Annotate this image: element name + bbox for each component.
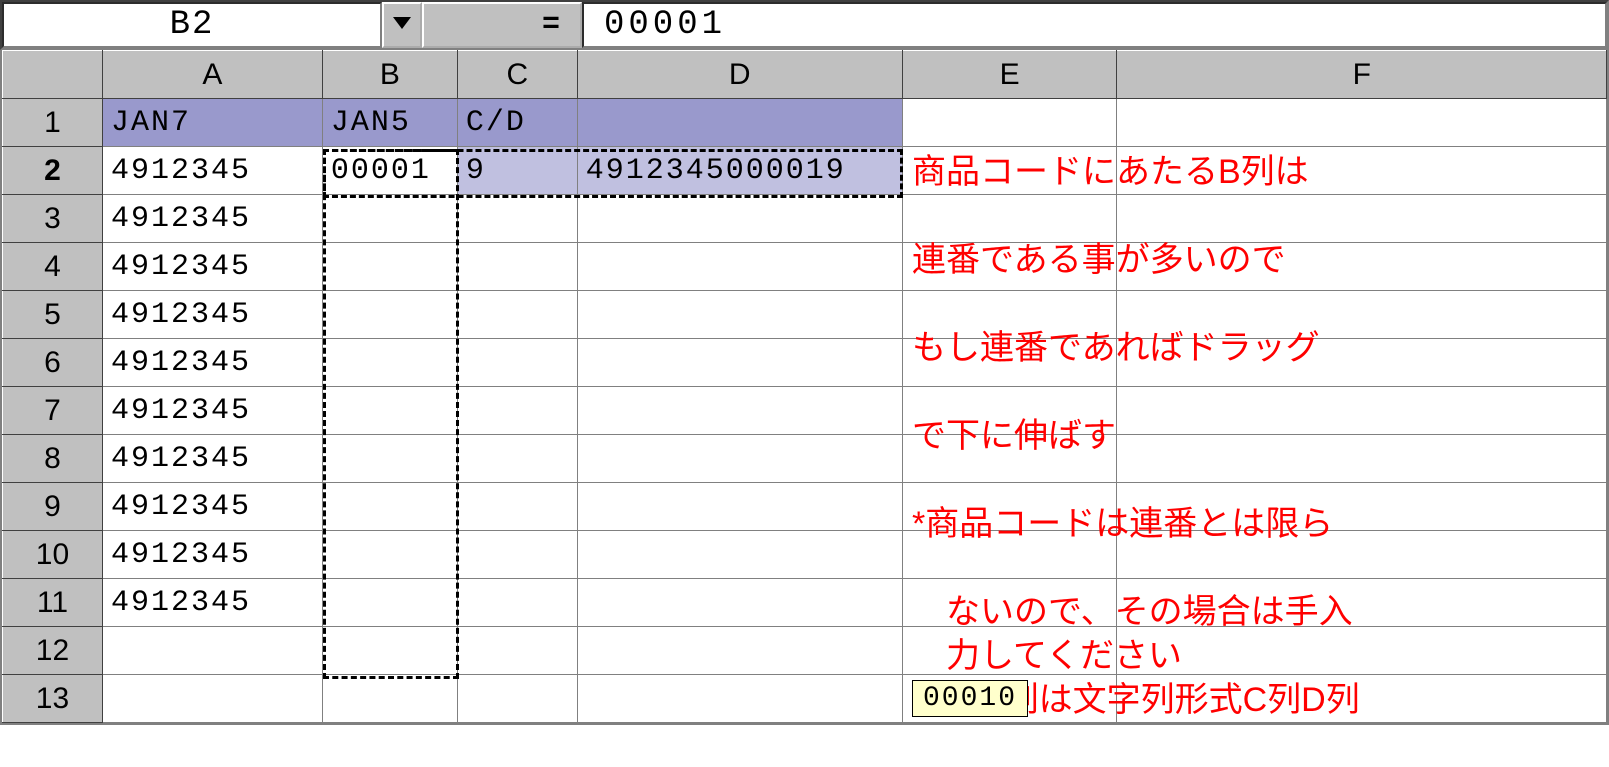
formula-bar: B2 = 00001 — [0, 0, 1609, 50]
formula-input[interactable]: 00001 — [582, 2, 1607, 48]
cell-C9[interactable] — [457, 483, 577, 531]
cell-D8[interactable] — [577, 435, 902, 483]
cell-D3[interactable] — [577, 195, 902, 243]
chevron-down-icon — [393, 16, 411, 34]
cell-A6[interactable]: 4912345 — [102, 339, 322, 387]
cell-A8[interactable]: 4912345 — [102, 435, 322, 483]
cell-C8[interactable] — [457, 435, 577, 483]
cell-D4[interactable] — [577, 243, 902, 291]
row-header-11[interactable]: 11 — [3, 579, 103, 627]
name-box[interactable]: B2 — [2, 2, 382, 48]
cell-C4[interactable] — [457, 243, 577, 291]
cell-B3[interactable] — [322, 195, 457, 243]
name-box-dropdown[interactable] — [382, 2, 422, 48]
cell-D9[interactable] — [577, 483, 902, 531]
select-all-corner[interactable] — [3, 51, 103, 99]
row-header-13[interactable]: 13 — [3, 675, 103, 723]
row-header-9[interactable]: 9 — [3, 483, 103, 531]
cell-B8[interactable] — [322, 435, 457, 483]
annot-line-4: で下に伸ばす — [912, 417, 1116, 455]
cell-C11[interactable] — [457, 579, 577, 627]
equals-label: = — [542, 8, 560, 42]
cell-C12[interactable] — [457, 627, 577, 675]
cell-B12[interactable] — [322, 627, 457, 675]
cell-A5[interactable]: 4912345 — [102, 291, 322, 339]
row-header-3[interactable]: 3 — [3, 195, 103, 243]
col-header-E[interactable]: E — [902, 51, 1117, 99]
cell-A3[interactable]: 4912345 — [102, 195, 322, 243]
row-header-2[interactable]: 2 — [3, 147, 103, 195]
cell-A1[interactable]: JAN7 — [102, 99, 322, 147]
formula-equals-button[interactable]: = — [422, 2, 582, 48]
cell-A11[interactable]: 4912345 — [102, 579, 322, 627]
cell-D13[interactable] — [577, 675, 902, 723]
col-header-A[interactable]: A — [102, 51, 322, 99]
cell-D2[interactable]: 4912345000019 — [577, 147, 902, 195]
row-header-7[interactable]: 7 — [3, 387, 103, 435]
row-header-6[interactable]: 6 — [3, 339, 103, 387]
cell-D6[interactable] — [577, 339, 902, 387]
fill-tooltip: 00010 — [912, 680, 1028, 717]
annotation-text: 商品コードにあたるB列は 連番である事が多いので もし連番であればドラッグ で下… — [912, 106, 1360, 767]
col-header-F[interactable]: F — [1117, 51, 1607, 99]
col-header-B[interactable]: B — [322, 51, 457, 99]
cell-D12[interactable] — [577, 627, 902, 675]
cell-B1[interactable]: JAN5 — [322, 99, 457, 147]
cell-C6[interactable] — [457, 339, 577, 387]
cell-B13[interactable] — [322, 675, 457, 723]
cell-B11[interactable] — [322, 579, 457, 627]
cell-C3[interactable] — [457, 195, 577, 243]
row-header-5[interactable]: 5 — [3, 291, 103, 339]
cell-B9[interactable] — [322, 483, 457, 531]
fill-tooltip-value: 00010 — [923, 683, 1017, 714]
cell-B5[interactable] — [322, 291, 457, 339]
cell-D10[interactable] — [577, 531, 902, 579]
row-header-1[interactable]: 1 — [3, 99, 103, 147]
annot-line-7: 力してください — [912, 634, 1360, 678]
cell-A2[interactable]: 4912345 — [102, 147, 322, 195]
cell-B7[interactable] — [322, 387, 457, 435]
cell-C1[interactable]: C/D — [457, 99, 577, 147]
cell-B10[interactable] — [322, 531, 457, 579]
row-header-12[interactable]: 12 — [3, 627, 103, 675]
row-header-10[interactable]: 10 — [3, 531, 103, 579]
row-header-4[interactable]: 4 — [3, 243, 103, 291]
cell-A12[interactable] — [102, 627, 322, 675]
cell-D7[interactable] — [577, 387, 902, 435]
cell-B2[interactable]: 00001 — [322, 147, 457, 195]
spreadsheet-grid: A B C D E F 1 JAN7 JAN5 C/D 2 4912345 00… — [0, 50, 1609, 725]
cell-B6[interactable] — [322, 339, 457, 387]
col-header-D[interactable]: D — [577, 51, 902, 99]
cell-A10[interactable]: 4912345 — [102, 531, 322, 579]
annot-line-2: 連番である事が多いので — [912, 241, 1286, 279]
col-header-C[interactable]: C — [457, 51, 577, 99]
cell-D11[interactable] — [577, 579, 902, 627]
cell-D5[interactable] — [577, 291, 902, 339]
annot-line-6: ないので、その場合は手入 — [912, 590, 1360, 634]
annot-line-3: もし連番であればドラッグ — [912, 329, 1320, 367]
annot-line-5: *商品コードは連番とは限ら — [912, 505, 1333, 543]
cell-C10[interactable] — [457, 531, 577, 579]
annot-line-1: 商品コードにあたるB列は — [912, 153, 1309, 191]
row-header-8[interactable]: 8 — [3, 435, 103, 483]
cell-C5[interactable] — [457, 291, 577, 339]
cell-A4[interactable]: 4912345 — [102, 243, 322, 291]
cell-A7[interactable]: 4912345 — [102, 387, 322, 435]
cell-A9[interactable]: 4912345 — [102, 483, 322, 531]
cell-C2[interactable]: 9 — [457, 147, 577, 195]
cell-D1[interactable] — [577, 99, 902, 147]
cell-C7[interactable] — [457, 387, 577, 435]
cell-C13[interactable] — [457, 675, 577, 723]
cell-B4[interactable] — [322, 243, 457, 291]
grid-table: A B C D E F 1 JAN7 JAN5 C/D 2 4912345 00… — [2, 50, 1607, 723]
cell-A13[interactable] — [102, 675, 322, 723]
formula-value: 00001 — [604, 6, 726, 44]
name-box-value: B2 — [170, 6, 215, 44]
